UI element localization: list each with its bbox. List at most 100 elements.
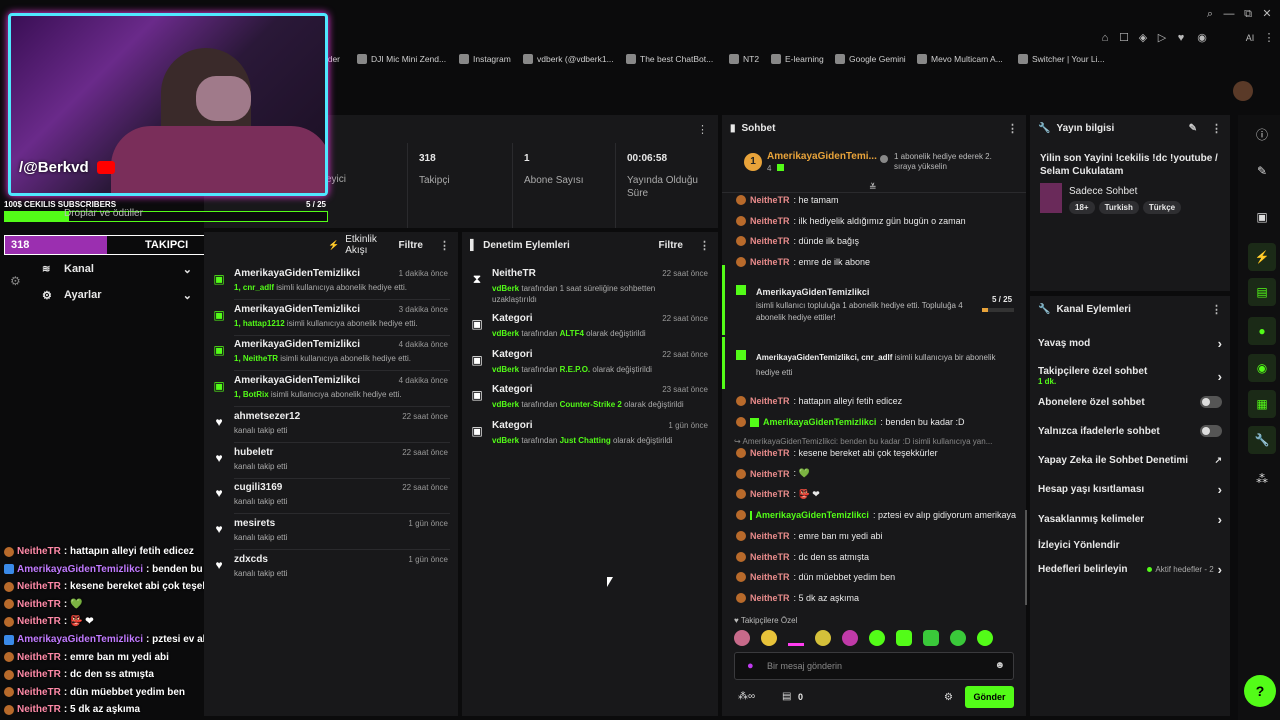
tag-pill[interactable]: Türkçe: [1142, 201, 1182, 214]
channel-action-row[interactable]: Yalnızca ifadelerle sohbet: [1038, 420, 1222, 442]
chat-username[interactable]: NeitheTR: [750, 195, 790, 205]
chat-message[interactable]: NeitheTR: kesene bereket abi çok teşekkü…: [736, 445, 1016, 461]
edit-icon[interactable]: ✎: [1189, 123, 1197, 134]
moderation-item[interactable]: ▣ Kategori 1 gün önce vdBerk tarafından Jus…: [470, 420, 710, 460]
emote-icon[interactable]: [977, 630, 993, 646]
emote-icon[interactable]: [869, 630, 885, 646]
chat-username[interactable]: NeitheTR: [750, 531, 790, 541]
chat-message[interactable]: NeitheTR: dc den ss atmışta: [736, 549, 1016, 565]
sidebar-item-ayarlar[interactable]: ⚙ Ayarlar ⌄: [42, 285, 192, 305]
chat-message[interactable]: NeitheTR: 💚: [736, 466, 1016, 482]
activity-item[interactable]: ▣ AmerikayaGidenTemizlikci 3 dakika önce 1,…: [212, 304, 450, 336]
bookmark-item[interactable]: NT2: [729, 52, 759, 66]
bookmark-item[interactable]: vdberk (@vdberk1...: [523, 52, 614, 66]
moderation-item[interactable]: ⧗ NeitheTR 22 saat önce vdBerk tarafından 1…: [470, 268, 710, 308]
bookmark-item[interactable]: Mevo Multicam A...: [917, 52, 1003, 66]
chat-username[interactable]: NeitheTR: [750, 572, 790, 582]
moderation-icon[interactable]: ▦: [1248, 390, 1276, 418]
heart-icon[interactable]: ♥: [1174, 31, 1188, 45]
activity-item[interactable]: ▣ AmerikayaGidenTemizlikci 4 dakika önce 1,…: [212, 375, 450, 408]
channel-action-row[interactable]: Yapay Zeka ile Sohbet Denetimi ↗: [1038, 449, 1222, 471]
activity-item[interactable]: ♥ cugili3169 22 saat önce kanalı takip etti: [212, 482, 450, 515]
info-icon[interactable]: ⓘ: [1248, 120, 1276, 148]
chat-message[interactable]: NeitheTR: he tamam: [736, 192, 1016, 208]
mic-icon[interactable]: ●: [747, 660, 754, 672]
chat-message[interactable]: NeitheTR: emre ban mı yedi abi: [736, 528, 1016, 544]
sidebar-item-kanal[interactable]: ≋ Kanal ⌄: [42, 259, 192, 279]
chat-username[interactable]: NeitheTR: [750, 552, 790, 562]
toggle-switch[interactable]: [1200, 425, 1222, 437]
chat-message[interactable]: AmerikayaGidenTemizlikci: pztesi ev alıp…: [736, 507, 1016, 523]
settings-icon[interactable]: ⚙: [10, 274, 21, 288]
more-icon[interactable]: ⋮: [699, 239, 710, 252]
loop-icon[interactable]: ⁂∞: [738, 691, 755, 702]
chat-icon[interactable]: ●: [1248, 317, 1276, 345]
lightning-icon[interactable]: ⚡: [1248, 243, 1276, 271]
chat-message[interactable]: NeitheTR: 👺 ❤: [736, 486, 1016, 502]
more-icon[interactable]: ⋮: [1007, 122, 1018, 135]
send-button[interactable]: Gönder: [965, 686, 1014, 708]
chat-username[interactable]: NeitheTR: [750, 448, 790, 458]
wrench-icon[interactable]: 🔧: [1248, 426, 1276, 454]
tag-pill[interactable]: Turkish: [1098, 201, 1139, 214]
play-icon[interactable]: ▷: [1155, 31, 1169, 45]
moderation-item[interactable]: ▣ Kategori 23 saat önce vdBerk tarafından C…: [470, 384, 710, 424]
activity-item[interactable]: ▣ AmerikayaGidenTemizlikci 4 dakika önce 1,…: [212, 339, 450, 372]
chat-username[interactable]: AmerikayaGidenTemizlikci: [756, 510, 869, 520]
help-button[interactable]: ?: [1244, 675, 1276, 707]
chat-message[interactable]: NeitheTR: dün müebbet yedim ben: [736, 569, 1016, 585]
avatar[interactable]: [1233, 81, 1253, 101]
filter-button[interactable]: Filtre: [659, 240, 683, 251]
filter-button[interactable]: Filtre: [399, 240, 423, 251]
bookmark-item[interactable]: E-learning: [771, 52, 824, 66]
emote-icon[interactable]: [923, 630, 939, 646]
activity-item[interactable]: ♥ hubeletr 22 saat önce kanalı takip etti: [212, 447, 450, 479]
more-icon[interactable]: ⋮: [697, 123, 708, 136]
moderation-item[interactable]: ▣ Kategori 22 saat önce vdBerk tarafından R…: [470, 349, 710, 389]
broadcast-icon[interactable]: ◉: [1248, 354, 1276, 382]
chat-message[interactable]: NeitheTR: ilk hediyelik aldığımız gün bu…: [736, 213, 1016, 229]
pinned-leaderboard[interactable]: 1 AmerikayaGidenTemi... 4 1 abonelik hed…: [722, 143, 1026, 193]
emote-icon[interactable]: [842, 630, 858, 646]
chat-username[interactable]: NeitheTR: [750, 257, 790, 267]
emote-icon[interactable]: [788, 643, 804, 646]
restore-button[interactable]: ⧉: [1241, 7, 1255, 21]
chat-username[interactable]: NeitheTR: [750, 593, 790, 603]
chat-message[interactable]: AmerikayaGidenTemizlikci: benden bu kada…: [736, 414, 1016, 430]
document-icon[interactable]: ▤: [1248, 278, 1276, 306]
bookmark-item[interactable]: DJI Mic Mini Zend...: [357, 52, 446, 66]
shield-icon[interactable]: ◈: [1136, 31, 1150, 45]
channel-action-row[interactable]: Yavaş mod ›: [1038, 332, 1222, 354]
more-icon[interactable]: ⋮: [1211, 122, 1222, 135]
bookmark-item[interactable]: Google Gemini: [835, 52, 906, 66]
channel-action-row[interactable]: Hedefleri belirleyin Aktif hedefler - 2 ›: [1038, 558, 1222, 580]
profile-avatar-icon[interactable]: ◉: [1195, 31, 1209, 45]
chat-username[interactable]: NeitheTR: [750, 489, 790, 499]
chat-message[interactable]: NeitheTR: emre de ilk abone: [736, 254, 1016, 270]
chat-message[interactable]: NeitheTR: 5 dk az aşkıma: [736, 590, 1016, 606]
capture-icon[interactable]: ▣: [1248, 203, 1276, 231]
store-icon[interactable]: ▤: [782, 691, 791, 702]
moderation-item[interactable]: ▣ Kategori 22 saat önce vdBerk tarafından A…: [470, 313, 710, 353]
chat-message[interactable]: NeitheTR: dünde ilk bağış: [736, 233, 1016, 249]
more-icon[interactable]: ⋮: [1211, 303, 1222, 316]
bookmark-item[interactable]: Switcher | Your Li...: [1018, 52, 1105, 66]
toggle-switch[interactable]: [1200, 396, 1222, 408]
chat-username[interactable]: NeitheTR: [750, 236, 790, 246]
bookmark-icon[interactable]: ☐: [1117, 31, 1131, 45]
chat-username[interactable]: NeitheTR: [750, 396, 790, 406]
translate-icon[interactable]: AI: [1241, 31, 1259, 45]
bookmark-item[interactable]: Instagram: [459, 52, 511, 66]
emote-icon[interactable]: [815, 630, 831, 646]
emote-icon[interactable]: [761, 630, 777, 646]
activity-item[interactable]: ▣ AmerikayaGidenTemizlikci 1 dakika önce 1,…: [212, 268, 450, 300]
chat-scrollbar[interactable]: [1025, 510, 1027, 605]
close-button[interactable]: ✕: [1260, 7, 1274, 21]
emote-icon[interactable]: [950, 630, 966, 646]
channel-action-row[interactable]: Yasaklanmış kelimeler ›: [1038, 508, 1222, 530]
chat-username[interactable]: NeitheTR: [750, 216, 790, 226]
more-icon[interactable]: ⋮: [439, 239, 450, 252]
channel-action-row[interactable]: İzleyici Yönlendir: [1038, 534, 1222, 556]
apps-icon[interactable]: ⁂: [1248, 465, 1276, 493]
activity-item[interactable]: ♥ ahmetsezer12 22 saat önce kanalı takip et…: [212, 411, 450, 443]
